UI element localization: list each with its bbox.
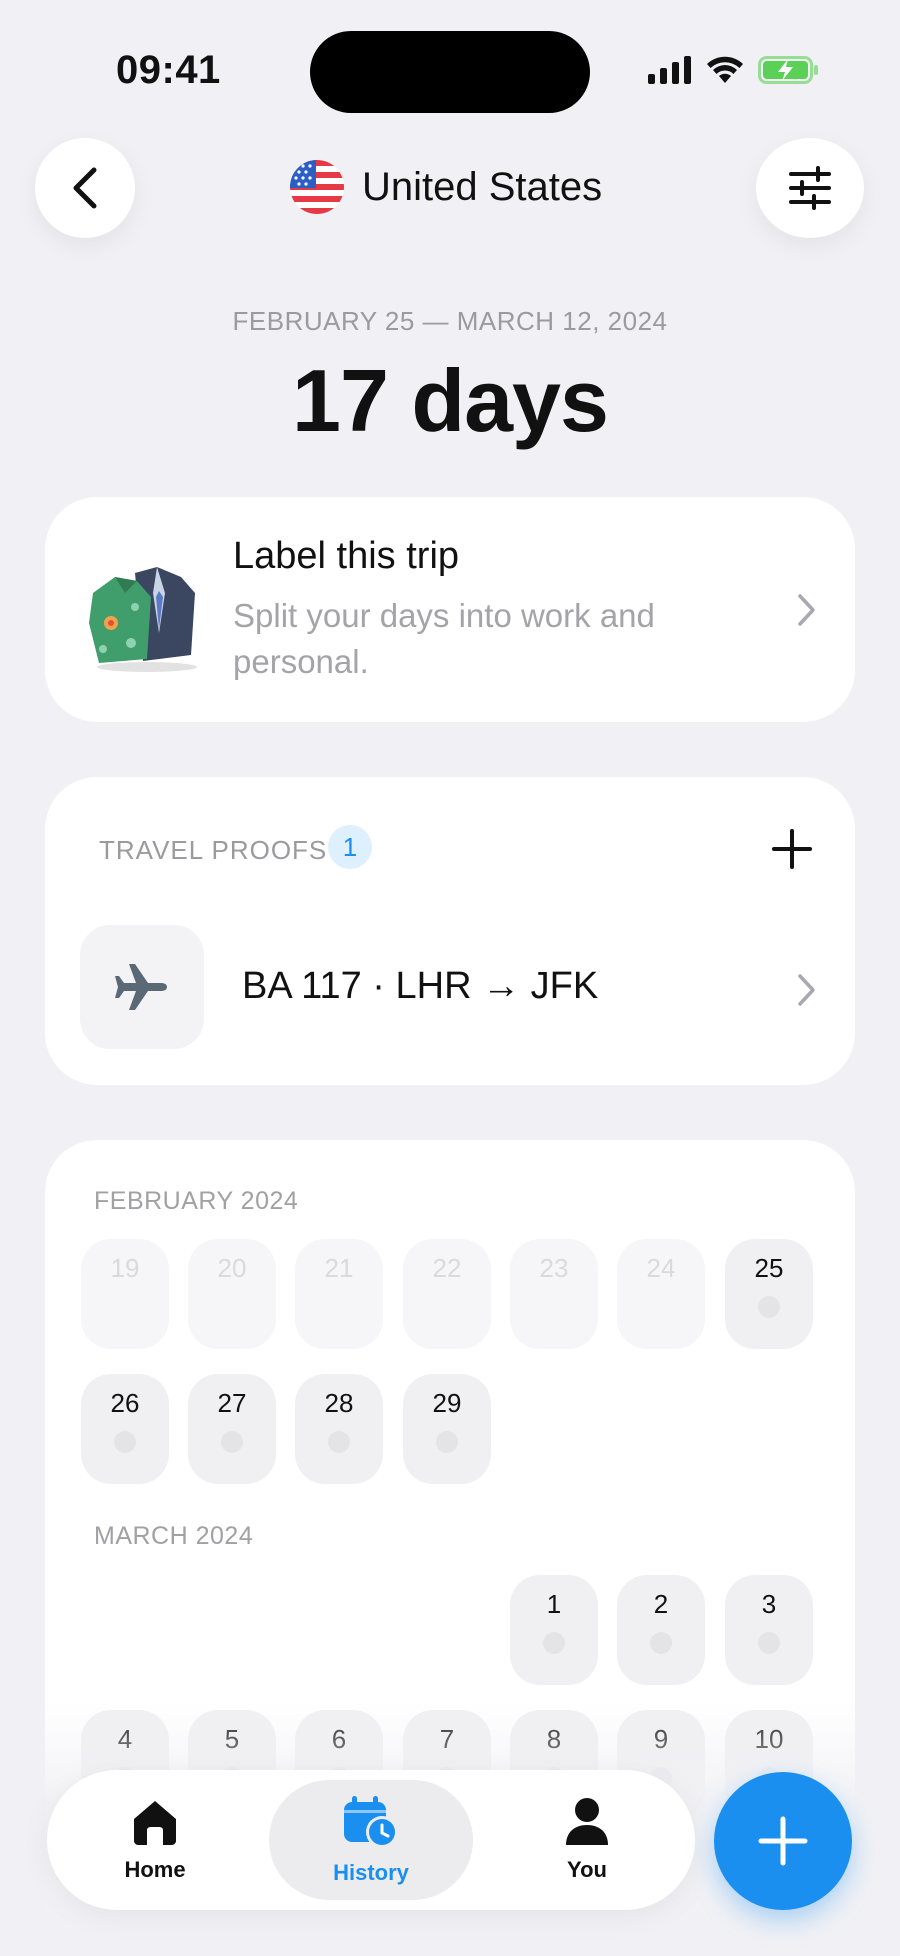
label-trip-card[interactable]: Label this trip Split your days into wor… [45, 497, 855, 722]
day-dot [114, 1431, 136, 1453]
label-trip-title: Label this trip [233, 535, 460, 577]
calendar-day[interactable]: 20 [188, 1239, 276, 1349]
calendar-day[interactable]: 28 [295, 1374, 383, 1484]
proof-item-label: BA 117 · LHR → JFK [242, 965, 599, 1007]
calendar-day[interactable]: 23 [510, 1239, 598, 1349]
travel-proofs-heading: TRAVEL PROOFS [99, 835, 328, 865]
calendar-day[interactable]: 24 [617, 1239, 705, 1349]
page-title: United States [290, 160, 602, 214]
tab-you-label: You [567, 1857, 607, 1882]
travel-proofs-count-badge: 1 [328, 825, 372, 869]
day-dot [650, 1632, 672, 1654]
filter-button[interactable] [756, 138, 864, 238]
chevron-right-icon [798, 974, 815, 1006]
day-dot [436, 1431, 458, 1453]
plus-icon [758, 1816, 808, 1866]
calendar-day[interactable]: 29 [403, 1374, 491, 1484]
airplane-icon [115, 964, 167, 1010]
us-flag-icon [290, 160, 344, 214]
person-icon [566, 1798, 608, 1845]
back-button[interactable] [35, 138, 135, 238]
calendar-day[interactable]: 25 [725, 1239, 813, 1349]
sliders-icon [789, 166, 831, 210]
day-dot [328, 1431, 350, 1453]
proof-item-icon-tile [80, 925, 204, 1049]
calendar-day[interactable]: 21 [295, 1239, 383, 1349]
month-label: FEBRUARY 2024 [94, 1187, 299, 1215]
home-icon [134, 1801, 176, 1845]
calendar-day[interactable]: 3 [725, 1575, 813, 1685]
calendar-day[interactable]: 22 [403, 1239, 491, 1349]
calendar-day[interactable]: 2 [617, 1575, 705, 1685]
travel-proofs-card: TRAVEL PROOFS 1 BA 117 · LHR → JFK [45, 777, 855, 1085]
tab-you[interactable]: You [517, 1780, 657, 1900]
cellular-signal-icon [648, 56, 691, 84]
calendar-day[interactable]: 19 [81, 1239, 169, 1349]
trip-duration: 17 days [292, 351, 609, 450]
day-dot [221, 1431, 243, 1453]
tab-bar: Home History You [47, 1770, 695, 1910]
status-time: 09:41 [116, 48, 221, 92]
chevron-right-icon [798, 594, 815, 626]
tab-home-label: Home [124, 1857, 186, 1882]
day-dot [543, 1632, 565, 1654]
tab-history-label: History [333, 1860, 409, 1885]
dynamic-island [310, 31, 590, 113]
tab-history[interactable]: History [269, 1780, 473, 1900]
tab-home[interactable]: Home [85, 1780, 225, 1900]
add-trip-button[interactable] [714, 1772, 852, 1910]
status-icons [648, 55, 820, 85]
calendar-day[interactable]: 1 [510, 1575, 598, 1685]
wifi-icon [707, 56, 743, 83]
day-dot [758, 1296, 780, 1318]
month-label: MARCH 2024 [94, 1522, 254, 1550]
label-trip-subtitle: Split your days into work and personal. [233, 597, 655, 680]
chevron-left-icon [73, 167, 97, 209]
calendar-day[interactable]: 27 [188, 1374, 276, 1484]
calendar-day[interactable]: 26 [81, 1374, 169, 1484]
clothes-icon [85, 563, 205, 673]
add-proof-button[interactable] [770, 827, 814, 871]
day-dot [758, 1632, 780, 1654]
calendar-clock-icon [344, 1796, 398, 1848]
trip-date-range: FEBRUARY 25 — MARCH 12, 2024 [232, 306, 668, 336]
country-name: United States [362, 164, 603, 209]
battery-charging-icon [758, 56, 818, 84]
